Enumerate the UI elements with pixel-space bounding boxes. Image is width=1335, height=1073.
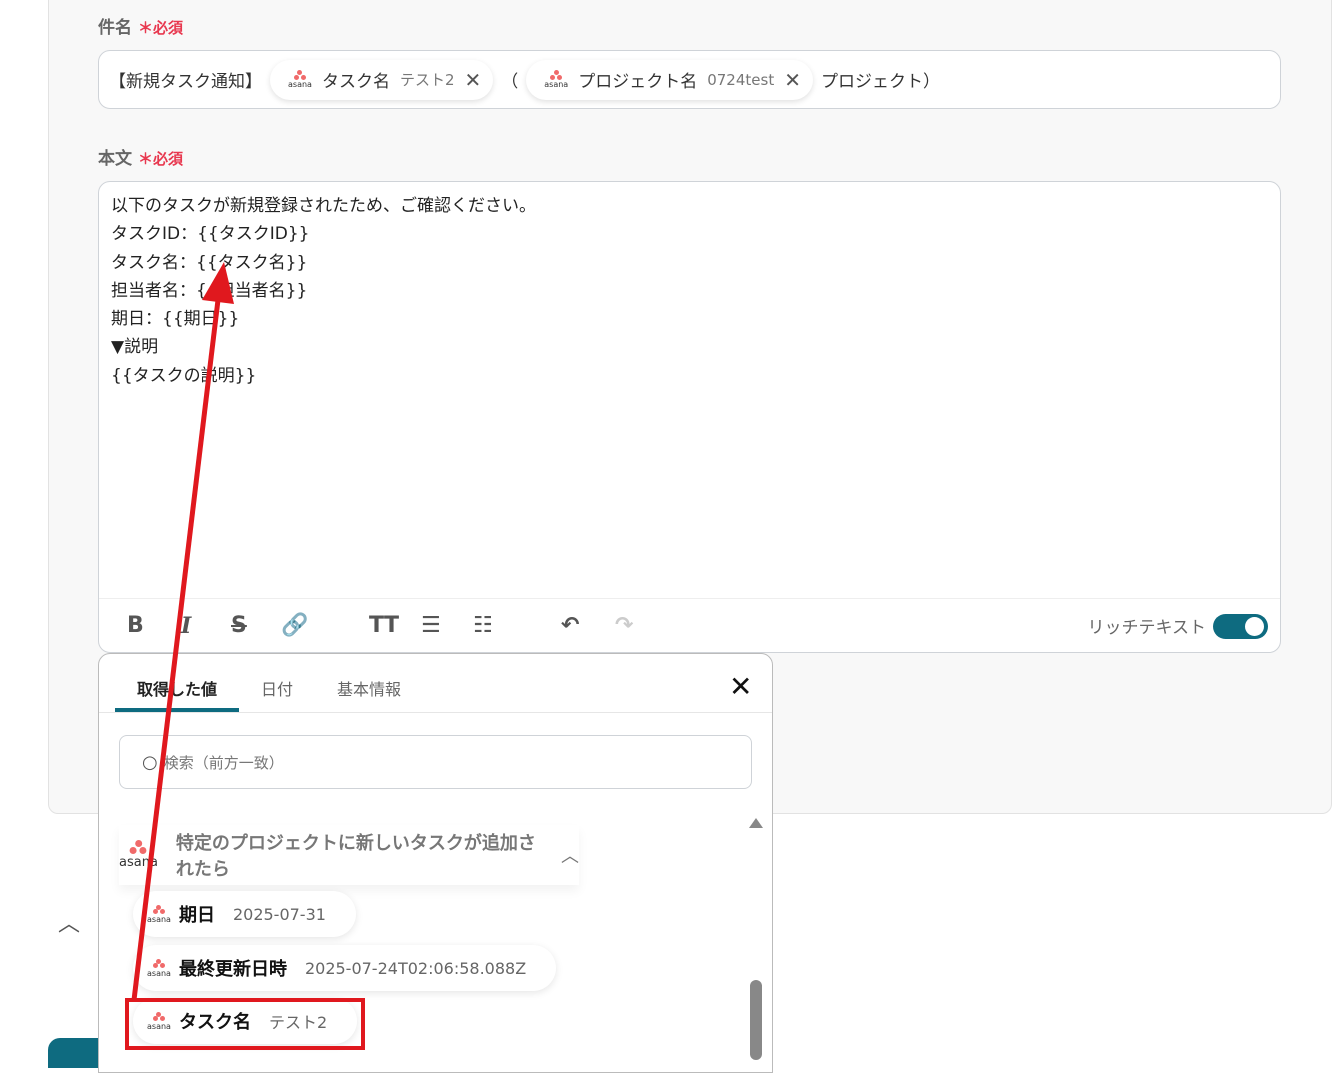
required-badge: ＊必須 (138, 19, 184, 37)
body-editor[interactable]: 以下のタスクが新規登録されたため、ご確認ください。 タスクID：{{タスクID}… (98, 181, 1281, 653)
italic-icon[interactable]: I (181, 613, 191, 639)
scrollbar[interactable] (746, 818, 766, 1060)
close-icon[interactable]: ✕ (729, 670, 752, 703)
subject-text: プロジェクト） (820, 72, 940, 92)
bullet-list-icon[interactable]: ☰ (421, 613, 441, 638)
chevron-up-icon[interactable]: ︿ (58, 906, 80, 938)
remove-icon[interactable]: ✕ (784, 68, 801, 92)
search-input[interactable]: ○ 検索（前方一致） (119, 735, 752, 789)
tab-date[interactable]: 日付 (261, 676, 293, 700)
subject-input[interactable]: 【新規タスク通知】 asana タスク名 テスト2 ✕ （ asana プロジェクト名 0… (98, 50, 1281, 109)
variable-item[interactable]: asana 最終更新日時 2025-07-24T02:06:58.088Z (133, 945, 557, 991)
chevron-up-icon[interactable]: ︿ (561, 842, 579, 868)
divider (99, 712, 772, 713)
body-label: 本文 ＊必須 (98, 149, 184, 169)
bold-icon[interactable]: B (127, 613, 144, 638)
link-icon[interactable]: 🔗 (281, 613, 308, 638)
tab-basic-info[interactable]: 基本情報 (337, 676, 401, 700)
search-icon: ○ (142, 751, 158, 773)
body-text[interactable]: 以下のタスクが新規登録されたため、ご確認ください。 タスクID：{{タスクID}… (99, 182, 1280, 400)
required-badge: ＊必須 (138, 150, 184, 168)
subject-label: 件名 ＊必須 (98, 18, 184, 38)
asana-logo-icon: asana (544, 70, 568, 89)
redo-icon[interactable]: ↷ (615, 613, 633, 638)
rich-text-toggle[interactable] (1213, 614, 1268, 639)
asana-logo-icon: asana (147, 904, 171, 924)
numbered-list-icon[interactable]: ☷ (473, 613, 493, 638)
asana-logo-icon: asana (288, 70, 312, 89)
asana-logo-icon: asana (119, 839, 158, 869)
strikethrough-icon[interactable]: S (231, 613, 247, 638)
editor-toolbar: B I S 🔗 ТT ☰ ☷ ↶ ↷ リッチテキスト (99, 598, 1280, 652)
search-placeholder: 検索（前方一致） (163, 753, 284, 772)
group-title: 特定のプロジェクトに新しいタスクが追加されたら (175, 833, 536, 880)
subject-text: （ (501, 72, 519, 92)
highlight-box (125, 998, 365, 1050)
remove-icon[interactable]: ✕ (465, 68, 482, 92)
undo-icon[interactable]: ↶ (561, 613, 579, 638)
subject-prefix: 【新規タスク通知】 (109, 72, 262, 92)
trigger-group-header[interactable]: asana 特定のプロジェクトに新しいタスクが追加されたら ︿ (119, 825, 579, 885)
asana-logo-icon: asana (147, 958, 171, 978)
scrollbar-thumb[interactable] (750, 980, 762, 1060)
rich-text-label: リッチテキスト (1087, 618, 1207, 638)
text-size-icon[interactable]: ТT (369, 613, 399, 638)
variable-item[interactable]: asana 期日 2025-07-31 (133, 891, 356, 937)
variable-pill[interactable]: asana プロジェクト名 0724test ✕ (526, 59, 813, 100)
variable-pill[interactable]: asana タスク名 テスト2 ✕ (270, 59, 494, 100)
tab-retrieved-values[interactable]: 取得した値 (137, 676, 217, 700)
